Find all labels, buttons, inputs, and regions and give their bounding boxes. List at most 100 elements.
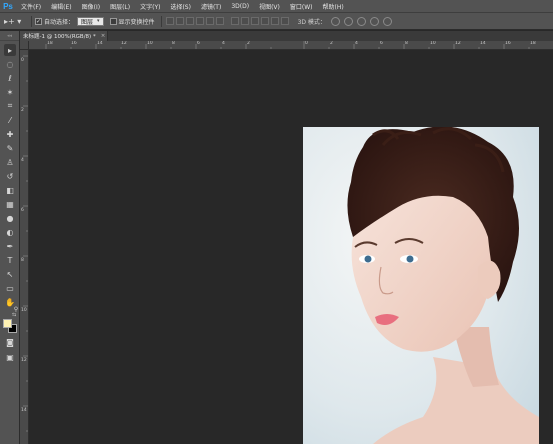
align-right-icon[interactable] [215,17,224,25]
ruler-label: 6 [197,41,200,46]
ruler-label: 16 [71,41,77,46]
toolbox-collapse-icon[interactable]: ◂◂ [0,31,19,41]
3d-pan-icon[interactable] [356,16,366,26]
menu-3d[interactable]: 3D(D) [226,3,254,10]
distribute-right-icon[interactable] [280,17,289,25]
document-tab-bar: 未标题-1 @ 100%(RGB/8) * × [20,31,553,41]
3d-scale-icon[interactable] [382,16,392,26]
move-tool-icon[interactable]: ▸ [4,44,16,56]
show-transform-label: 显示变换控件 [118,18,155,26]
ruler-label: 4 [21,158,24,163]
show-transform-checkbox[interactable] [109,17,117,25]
crop-tool-icon[interactable]: ⌗ [4,100,16,112]
ruler-label: 2 [330,41,333,46]
ruler-label: 10 [21,308,27,313]
ruler-label: 14 [97,41,103,46]
menu-layer[interactable]: 图层(L) [105,2,135,11]
ruler-label: 4 [355,41,358,46]
portrait-photo[interactable] [303,127,539,444]
eraser-tool-icon[interactable]: ◧ [4,184,16,196]
align-top-icon[interactable] [165,17,174,25]
photoshop-logo-icon: Ps [3,1,13,11]
path-select-tool-icon[interactable]: ↖ [4,268,16,280]
menu-help[interactable]: 帮助(H) [318,2,349,11]
menu-file[interactable]: 文件(F) [16,2,46,11]
ruler-corner[interactable] [20,41,29,50]
menu-view[interactable]: 视图(V) [254,2,285,11]
ruler-label: 12 [21,358,27,363]
type-tool-icon[interactable]: T [4,254,16,266]
pen-tool-icon[interactable]: ✒ [4,240,16,252]
3d-roll-icon[interactable] [343,16,353,26]
quick-mask-icon[interactable]: ◙ [4,336,16,348]
3d-slide-icon[interactable] [369,16,379,26]
auto-select-target-value: 图层 [81,18,94,26]
stamp-tool-icon[interactable]: ♙ [4,156,16,168]
document-tab-label: 未标题-1 @ 100%(RGB/8) * [23,34,96,40]
distribute-top-icon[interactable] [230,17,239,25]
align-vcenter-icon[interactable] [175,17,184,25]
tool-preset-picker[interactable]: ▸+ ▾ [4,15,28,27]
swap-colors-icon[interactable]: ⇆ [12,312,16,318]
ruler-label: 14 [480,41,486,46]
portrait-illustration [303,127,539,444]
history-brush-tool-icon[interactable]: ↺ [4,170,16,182]
ruler-label: 4 [222,41,225,46]
chevron-down-icon: ▾ [97,18,100,24]
toolbox: ◂◂ ▸ ◌ ℓ ✶ ⌗ ⁄ ✚ ✎ ♙ ↺ ◧ ▦ ● ◐ ✒ T ↖ ▭ ✋… [0,31,20,444]
ruler-label: 16 [505,41,511,46]
menu-type[interactable]: 文字(Y) [135,2,165,11]
ruler-label: 2 [21,108,24,113]
document-tab[interactable]: 未标题-1 @ 100%(RGB/8) * × [20,31,108,41]
close-tab-icon[interactable]: × [101,33,106,39]
menu-bar: Ps 文件(F) 编辑(E) 图像(I) 图层(L) 文字(Y) 选择(S) 滤… [0,0,553,13]
menu-select[interactable]: 选择(S) [165,2,196,11]
foreground-color-swatch[interactable] [3,319,12,328]
distribute-vcenter-icon[interactable] [240,17,249,25]
eyedropper-tool-icon[interactable]: ⁄ [4,114,16,126]
divider [160,15,162,27]
distribute-hcenter-icon[interactable] [270,17,279,25]
align-bottom-icon[interactable] [185,17,194,25]
dodge-tool-icon[interactable]: ◐ [4,226,16,238]
lasso-tool-icon[interactable]: ℓ [4,72,16,84]
ruler-label: 8 [21,258,24,263]
3d-rotate-icon[interactable] [330,16,340,26]
ruler-label: 0 [21,58,24,63]
auto-select-label: 自动选择： [44,18,75,26]
menu-image[interactable]: 图像(I) [77,2,105,11]
horizontal-ruler[interactable]: 18 16 14 12 10 8 6 4 2 0 2 4 6 8 10 12 1… [29,41,553,50]
gradient-tool-icon[interactable]: ▦ [4,198,16,210]
auto-select-checkbox[interactable]: ✓ [35,17,42,25]
auto-select-target-dropdown[interactable]: 图层 ▾ [77,16,104,26]
menu-filter[interactable]: 滤镜(T) [196,2,226,11]
ruler-label: 18 [47,41,53,46]
distribute-left-icon[interactable] [260,17,269,25]
divider [31,15,32,27]
distribute-bottom-icon[interactable] [250,17,259,25]
align-left-icon[interactable] [195,17,204,25]
ruler-label: 12 [455,41,461,46]
3d-mode-label: 3D 模式： [297,18,326,26]
shape-tool-icon[interactable]: ▭ [4,282,16,294]
marquee-tool-icon[interactable]: ◌ [4,58,16,70]
ruler-label: 8 [405,41,408,46]
ruler-label: 10 [147,41,153,46]
healing-tool-icon[interactable]: ✚ [4,128,16,140]
ruler-ticks [45,41,530,49]
menu-window[interactable]: 窗口(W) [285,2,318,11]
ruler-label: 18 [530,41,536,46]
align-hcenter-icon[interactable] [205,17,214,25]
menu-edit[interactable]: 编辑(E) [46,2,76,11]
blur-tool-icon[interactable]: ● [4,212,16,224]
ruler-label: 10 [430,41,436,46]
vertical-ruler[interactable]: 0 2 4 6 8 10 12 14 [20,50,29,444]
quick-select-tool-icon[interactable]: ✶ [4,86,16,98]
ruler-label: 6 [21,208,24,213]
ruler-label: 2 [247,41,250,46]
ruler-label: 12 [121,41,127,46]
ruler-label: 0 [305,41,308,46]
ruler-label: 6 [380,41,383,46]
brush-tool-icon[interactable]: ✎ [4,142,16,154]
screen-mode-icon[interactable]: ▣ [4,351,16,363]
